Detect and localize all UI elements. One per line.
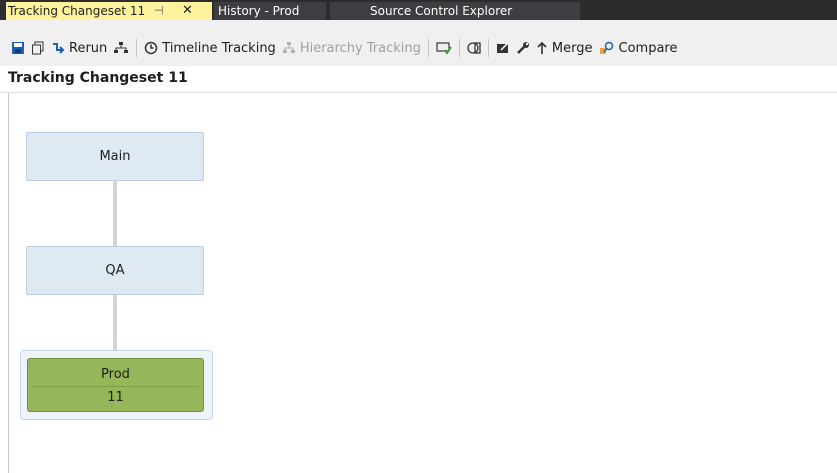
- toolbar: Rerun Timeline Tracking Hierarchy Tracki…: [0, 36, 837, 60]
- close-icon[interactable]: ✕: [182, 2, 193, 20]
- floppy-icon: [12, 42, 24, 54]
- branch-connector: [113, 181, 117, 246]
- hierarchy-view-button[interactable]: [110, 37, 132, 59]
- page-title: Tracking Changeset 11: [8, 70, 188, 86]
- tab-bar-filler: [580, 2, 837, 20]
- branch-label: QA: [105, 263, 125, 278]
- panel-left-border: [8, 93, 9, 473]
- changeset-icon: [436, 42, 452, 55]
- toolbar-separator: [458, 39, 460, 57]
- rerun-icon: [53, 43, 65, 54]
- annotate-button[interactable]: [464, 37, 484, 59]
- tab-history-prod[interactable]: History - Prod: [214, 2, 326, 20]
- rerun-label: Rerun: [69, 40, 108, 56]
- hierarchy-icon: [114, 42, 129, 53]
- branch-node-main[interactable]: Main: [26, 132, 204, 181]
- branch-label: Main: [99, 149, 131, 164]
- tab-label: Tracking Changeset 11: [8, 4, 146, 18]
- node-divider: [32, 386, 199, 387]
- branch-node-qa[interactable]: QA: [26, 246, 204, 295]
- branch-label: Prod: [101, 367, 130, 382]
- tab-source-control-explorer[interactable]: Source Control Explorer: [330, 2, 580, 20]
- wrench-icon: [517, 42, 529, 54]
- view-changeset-button[interactable]: [433, 37, 455, 59]
- clock-icon: [145, 41, 158, 55]
- timeline-tracking-button[interactable]: Timeline Tracking: [141, 37, 279, 59]
- arrow-up-icon: [537, 41, 547, 54]
- pin-icon[interactable]: ⊣: [154, 2, 164, 20]
- tab-label: History - Prod: [218, 4, 300, 18]
- hierarchy-tracking-button[interactable]: Hierarchy Tracking: [279, 37, 424, 59]
- tab-label: Source Control Explorer: [370, 4, 513, 18]
- toolbar-separator: [427, 39, 429, 57]
- hierarchy-tracking-label: Hierarchy Tracking: [299, 40, 421, 56]
- toolbar-separator: [136, 39, 138, 57]
- compare-icon: [599, 41, 613, 54]
- compare-label: Compare: [618, 40, 678, 56]
- copy-button[interactable]: [28, 37, 48, 59]
- edit-box-icon: [496, 42, 509, 53]
- compare-button[interactable]: Compare: [596, 37, 681, 59]
- toolbar-separator: [487, 39, 489, 57]
- branch-connector: [113, 295, 117, 355]
- branch-node-prod[interactable]: Prod 11: [27, 358, 204, 412]
- properties-button[interactable]: [513, 37, 533, 59]
- hierarchy-icon: [282, 42, 295, 53]
- merge-button[interactable]: Merge: [533, 37, 596, 59]
- save-button[interactable]: [8, 37, 28, 59]
- rerun-button[interactable]: Rerun: [48, 37, 110, 59]
- changeset-number: 11: [107, 390, 124, 405]
- details-button[interactable]: [493, 37, 513, 59]
- copy-icon: [32, 41, 44, 55]
- tab-tracking-changeset[interactable]: Tracking Changeset 11 ⊣ ✕: [6, 2, 212, 20]
- timeline-tracking-label: Timeline Tracking: [162, 40, 276, 56]
- annotate-icon: [467, 42, 481, 54]
- title-divider: [0, 92, 837, 93]
- merge-label: Merge: [551, 40, 593, 56]
